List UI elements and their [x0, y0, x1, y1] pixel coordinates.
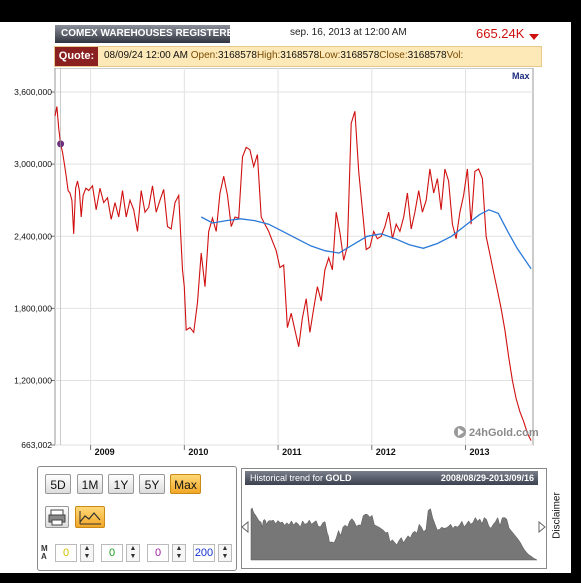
header-date: sep. 16, 2013 at 12:00 AM — [290, 27, 407, 38]
close-value: 3168578 — [407, 50, 447, 61]
navigator-area — [250, 507, 538, 561]
y-axis: 663,002 1,200,000 1,800,000 2,400,000 3,000,… — [14, 87, 55, 450]
vol-label: Vol: — [446, 50, 464, 61]
ma-input-2[interactable]: 0 — [101, 544, 123, 562]
high-label: High: — [256, 50, 281, 61]
navigator-range: 2008/08/29-2013/09/16 — [440, 473, 534, 483]
last-price: 665.24K — [476, 26, 525, 41]
navigator-title: Historical trend for GOLD — [250, 471, 352, 485]
ma-stepper-1[interactable]: ▲ ▼ — [80, 544, 94, 562]
x-tick-label: 2010 — [188, 447, 208, 457]
bottom-bar — [0, 573, 581, 583]
watermark-text: 24hGold.com — [469, 427, 539, 439]
low-value: 3168578 — [340, 50, 380, 61]
disclaimer-tab[interactable]: Disclaimer — [547, 470, 563, 567]
chart-type-button[interactable] — [75, 506, 105, 528]
y-tick-label: 3,600,000 — [14, 87, 52, 97]
grid-lines — [54, 68, 534, 446]
ma-input-3[interactable]: 0 — [147, 544, 169, 562]
high-value: 3168578 — [280, 50, 320, 61]
quote-label: Quote: — [55, 47, 98, 66]
period-button-5d[interactable]: 5D — [45, 474, 71, 494]
navigator-chart[interactable] — [241, 488, 547, 566]
y-tick-label: 1,800,000 — [14, 303, 52, 313]
range-label: Max — [512, 71, 530, 81]
period-button-1y[interactable]: 1Y — [108, 474, 134, 494]
quote-values: 08/09/24 12:00 AM Open:3168578High:31685… — [104, 50, 463, 61]
x-axis: 2009 2010 2011 2012 2013 — [90, 445, 490, 457]
line-chart-icon — [79, 511, 101, 525]
ma-stepper-2[interactable]: ▲ ▼ — [126, 544, 140, 562]
price-down-arrow-icon — [529, 34, 539, 40]
top-bar — [0, 0, 581, 22]
ma-input-1[interactable]: 0 — [55, 544, 77, 562]
close-label: Close: — [379, 50, 408, 61]
right-bar — [571, 0, 581, 583]
navigator-right-handle-icon[interactable] — [538, 520, 546, 534]
x-tick-label: 2009 — [95, 447, 115, 457]
y-tick-label: 3,000,000 — [14, 159, 52, 169]
open-label: Open: — [190, 50, 218, 61]
disclaimer-text: Disclaimer — [551, 492, 563, 539]
period-button-max[interactable]: Max — [170, 474, 201, 494]
ma-input-4[interactable]: 200 — [193, 544, 215, 562]
ma-label: MA — [41, 544, 48, 561]
y-tick-label: 2,400,000 — [14, 231, 52, 241]
navigator-symbol: GOLD — [325, 473, 352, 483]
navigator-title-text: Historical trend for — [250, 473, 324, 483]
printer-icon — [48, 509, 66, 526]
x-tick-label: 2011 — [282, 447, 302, 457]
period-button-1m[interactable]: 1M — [77, 474, 103, 494]
print-button[interactable] — [45, 506, 69, 528]
price-chart[interactable]: 663,002 1,200,000 1,800,000 2,400,000 3,000,… — [0, 68, 571, 460]
instrument-title[interactable]: COMEX WAREHOUSES REGISTERED GC — [55, 25, 230, 43]
period-button-5y[interactable]: 5Y — [139, 474, 165, 494]
navigator-left-handle-icon[interactable] — [241, 520, 249, 534]
y-tick-label: 1,200,000 — [14, 375, 52, 385]
x-tick-label: 2012 — [376, 447, 396, 457]
y-tick-label: 663,002 — [21, 440, 52, 450]
open-value: 3168578 — [218, 50, 257, 61]
navigator-header: Historical trend for GOLD 2008/08/29-201… — [245, 471, 538, 485]
plot-area — [54, 68, 534, 446]
x-tick-label: 2013 — [470, 447, 490, 457]
ma-stepper-3[interactable]: ▲ ▼ — [172, 544, 186, 562]
quote-date: 08/09/24 12:00 AM — [104, 50, 188, 61]
ma-stepper-4[interactable]: ▲ ▼ — [218, 544, 232, 562]
low-label: Low: — [319, 50, 341, 61]
